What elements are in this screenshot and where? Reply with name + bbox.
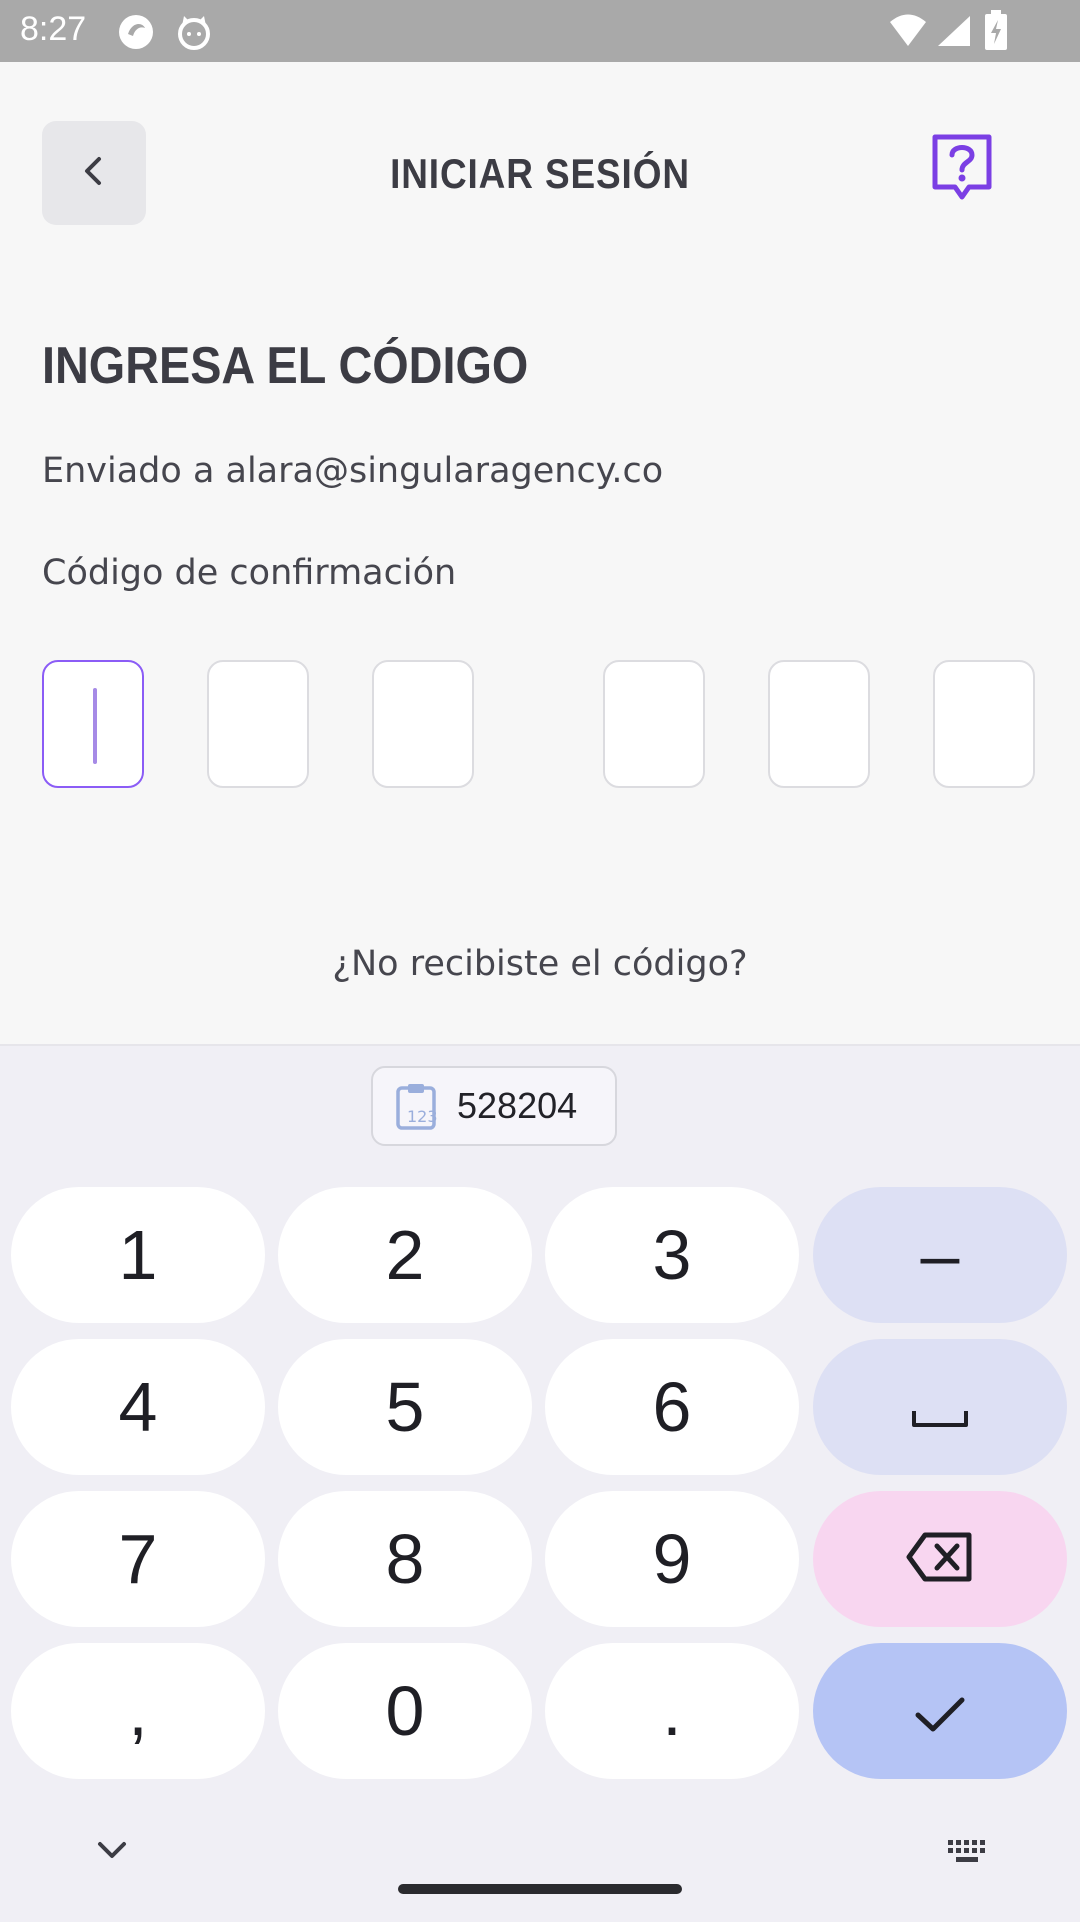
collapse-keyboard-icon[interactable] (92, 1836, 132, 1870)
sent-to-text: Enviado a alara@singularagency.co (42, 451, 664, 491)
clipboard-suggestion-chip[interactable]: 123 528204 (371, 1066, 617, 1146)
code-digit-3[interactable] (372, 660, 474, 788)
home-indicator[interactable] (398, 1884, 682, 1894)
battery-charging-icon (984, 10, 1008, 54)
key-period[interactable]: . (545, 1643, 799, 1779)
code-field-label: Código de confirmación (42, 553, 457, 593)
key-5[interactable]: 5 (278, 1339, 532, 1475)
svg-text:123: 123 (407, 1107, 438, 1126)
key-7[interactable]: 7 (11, 1491, 265, 1627)
key-2[interactable]: 2 (278, 1187, 532, 1323)
app-notification-icon (116, 12, 156, 56)
key-1[interactable]: 1 (11, 1187, 265, 1323)
help-button[interactable] (924, 132, 1000, 208)
numeric-keyboard: 123 528204 1 2 3 – 4 5 6 7 8 9 , 0 . (0, 1044, 1080, 1922)
space-icon (910, 1367, 970, 1447)
key-0[interactable]: 0 (278, 1643, 532, 1779)
key-9[interactable]: 9 (545, 1491, 799, 1627)
cat-notification-icon (174, 12, 214, 56)
key-minus[interactable]: – (813, 1187, 1067, 1323)
key-space[interactable] (813, 1339, 1067, 1475)
key-6[interactable]: 6 (545, 1339, 799, 1475)
text-caret (93, 688, 97, 764)
section-heading: INGRESA EL CÓDIGO (42, 337, 529, 395)
page-title: INICIAR SESIÓN (390, 150, 690, 197)
status-bar: 8:27 (0, 0, 1080, 62)
key-comma[interactable]: , (11, 1643, 265, 1779)
backspace-icon (905, 1519, 975, 1599)
resend-code-link[interactable]: ¿No recibiste el código? (0, 944, 1080, 984)
key-backspace[interactable] (813, 1491, 1067, 1627)
signal-icon (936, 14, 972, 52)
app-header: INICIAR SESIÓN (0, 62, 1080, 282)
code-digit-1[interactable] (42, 660, 144, 788)
key-4[interactable]: 4 (11, 1339, 265, 1475)
clipboard-code-value: 528204 (457, 1085, 578, 1126)
code-digit-5[interactable] (768, 660, 870, 788)
help-chat-icon (931, 133, 993, 207)
key-8[interactable]: 8 (278, 1491, 532, 1627)
wifi-icon (888, 14, 928, 52)
code-digit-4[interactable] (603, 660, 705, 788)
keyboard-switch-icon[interactable] (946, 1836, 990, 1872)
code-digit-2[interactable] (207, 660, 309, 788)
code-digit-6[interactable] (933, 660, 1035, 788)
key-done[interactable] (813, 1643, 1067, 1779)
clipboard-numbers-icon: 123 (395, 1082, 441, 1130)
key-3[interactable]: 3 (545, 1187, 799, 1323)
status-time: 8:27 (20, 10, 87, 48)
check-icon (913, 1671, 967, 1751)
